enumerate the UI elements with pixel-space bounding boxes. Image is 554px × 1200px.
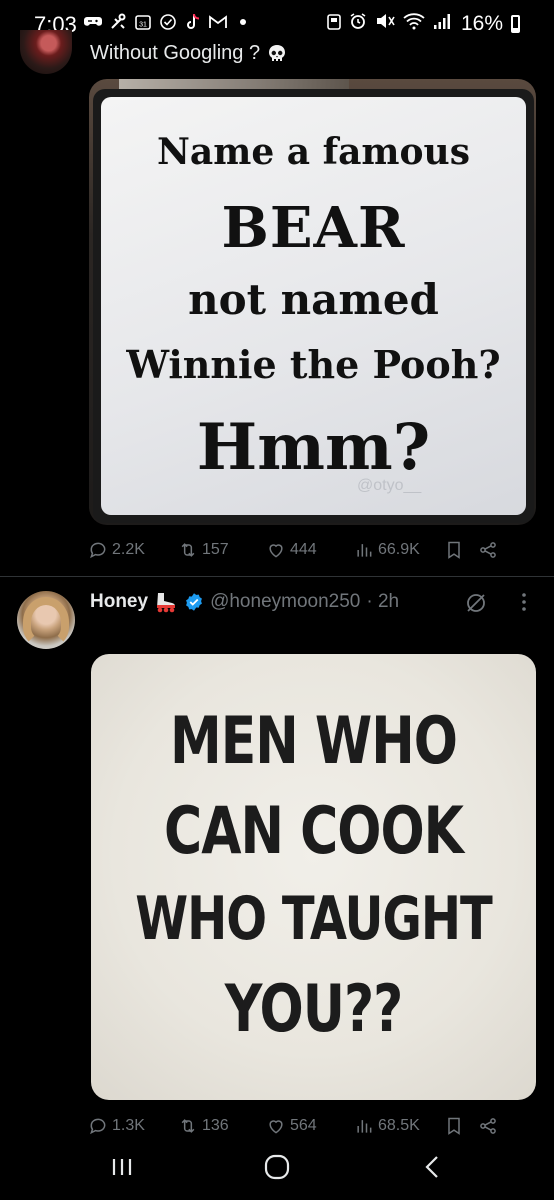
bookmark-button[interactable] xyxy=(444,540,478,560)
check-circle-icon xyxy=(159,13,177,31)
like-icon xyxy=(269,1120,283,1134)
views-count: 66.9K xyxy=(378,541,420,558)
sign-frame: Name a famous BEAR not named Winnie the … xyxy=(93,89,534,523)
battery-percent: 16% xyxy=(460,12,503,35)
tweet1-text: Without Googling ? xyxy=(90,42,261,64)
like-count: 444 xyxy=(290,541,317,558)
wifi-icon xyxy=(403,12,425,36)
system-status: 16% xyxy=(327,12,520,36)
repost-button[interactable]: 136 xyxy=(178,1116,266,1136)
sign-line-3: not named xyxy=(188,275,439,324)
game-controller-icon xyxy=(84,13,102,31)
tweet1-actions: 2.2K 157 444 66.9K xyxy=(88,540,528,560)
back-button[interactable] xyxy=(412,1150,452,1184)
share-icon xyxy=(480,1118,496,1134)
tweet2-avatar[interactable] xyxy=(17,591,75,649)
reply-icon xyxy=(90,542,106,559)
sign-face: Name a famous BEAR not named Winnie the … xyxy=(101,97,526,515)
tweet2-actions: 1.3K 136 564 68.5K xyxy=(88,1116,528,1136)
repost-count: 136 xyxy=(202,1117,229,1134)
repost-icon xyxy=(181,1119,195,1133)
views-icon xyxy=(357,1120,372,1133)
image-line-1: MEN WHO xyxy=(170,704,458,779)
tweet1-avatar[interactable] xyxy=(20,30,72,74)
author-handle[interactable]: @honeymoon250 xyxy=(210,591,360,613)
repost-button[interactable]: 157 xyxy=(178,540,266,560)
save-icon xyxy=(327,12,341,36)
reply-icon xyxy=(90,1118,106,1135)
signal-icon xyxy=(433,12,453,36)
author-name[interactable]: Honey xyxy=(90,591,148,613)
roller-skate-emoji-icon xyxy=(157,593,176,613)
recent-apps-button[interactable] xyxy=(102,1150,142,1184)
calendar-icon: 31 xyxy=(134,13,152,31)
image-line-2: CAN COOK xyxy=(164,794,464,869)
image-watermark: @otyo__ xyxy=(357,477,422,494)
reply-button[interactable]: 1.3K xyxy=(88,1116,178,1136)
more-icon[interactable] xyxy=(516,592,532,616)
notification-icons: 31 xyxy=(84,13,252,31)
views-icon xyxy=(357,544,372,557)
reply-count: 2.2K xyxy=(112,541,145,558)
share-button[interactable] xyxy=(478,540,508,560)
tiktok-icon xyxy=(184,13,202,31)
back-icon xyxy=(425,1156,438,1178)
sign-line-1: Name a famous xyxy=(157,131,470,173)
bookmark-icon xyxy=(448,1117,460,1135)
grok-icon[interactable] xyxy=(464,591,488,615)
sign-line-4: Winnie the Pooh? xyxy=(126,342,501,387)
share-button[interactable] xyxy=(478,1116,508,1136)
image-line-3: WHO TAUGHT xyxy=(135,884,493,954)
bookmark-icon xyxy=(448,541,460,559)
tweet1-text-row: Without Googling ? xyxy=(90,42,288,65)
like-count: 564 xyxy=(290,1117,317,1134)
repost-icon xyxy=(181,543,195,557)
like-button[interactable]: 564 xyxy=(266,1116,354,1136)
sign-line-5: Hmm? xyxy=(196,410,431,485)
svg-text:31: 31 xyxy=(139,22,147,29)
gmail-icon xyxy=(209,13,227,31)
home-button[interactable] xyxy=(257,1150,297,1184)
tools-icon xyxy=(109,13,127,31)
sign-line-2: BEAR xyxy=(221,195,406,261)
like-button[interactable]: 444 xyxy=(266,540,354,560)
status-bar: 7:03 31 16% xyxy=(0,0,554,46)
share-icon xyxy=(480,542,496,558)
reply-count: 1.3K xyxy=(112,1117,145,1134)
image-line-4: YOU?? xyxy=(224,972,404,1047)
tweet-divider xyxy=(0,576,554,577)
mute-icon xyxy=(375,12,395,36)
tweet2-image[interactable]: MEN WHO CAN COOK WHO TAUGHT YOU?? xyxy=(91,654,536,1100)
bookmark-button[interactable] xyxy=(444,1116,478,1136)
views-count: 68.5K xyxy=(378,1117,420,1134)
verified-badge-icon xyxy=(186,593,202,611)
system-nav-bar xyxy=(0,1136,554,1200)
tweet1-image[interactable]: Name a famous BEAR not named Winnie the … xyxy=(89,79,536,525)
reply-button[interactable]: 2.2K xyxy=(88,540,178,560)
like-icon xyxy=(269,544,283,558)
alarm-icon xyxy=(349,12,367,36)
skull-emoji-icon xyxy=(269,44,286,61)
post-time[interactable]: · 2h xyxy=(366,591,399,613)
views-button[interactable]: 68.5K xyxy=(354,1116,444,1136)
tweet2-header: Honey @honeymoon250 · 2h xyxy=(90,591,399,613)
views-button[interactable]: 66.9K xyxy=(354,540,444,560)
repost-count: 157 xyxy=(202,541,229,558)
home-icon xyxy=(264,1154,290,1180)
recent-apps-icon xyxy=(112,1159,132,1175)
dot-icon xyxy=(234,13,252,31)
battery-icon xyxy=(511,15,520,33)
